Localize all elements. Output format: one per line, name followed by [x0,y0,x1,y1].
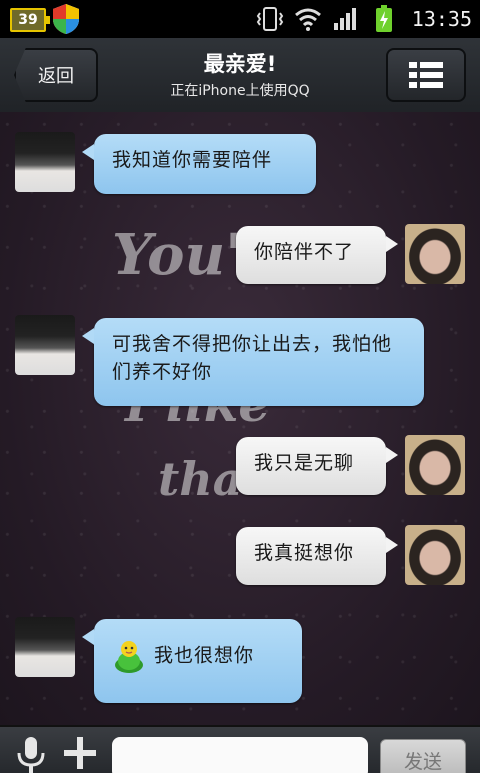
outgoing-message[interactable]: 我真挺想你 [236,527,398,585]
my-avatar[interactable] [405,224,465,284]
incoming-message[interactable]: 我也很想你 [82,619,302,703]
charging-battery-icon [370,5,398,32]
chat-title-bar: 返回 最亲爱! 正在iPhone上使用QQ [0,38,480,114]
message-list[interactable]: You'r I like tha 我知道你需要陪伴 你陪伴不了 可我舍不得把你让… [0,112,480,725]
incoming-message[interactable]: 我知道你需要陪伴 [82,134,316,194]
contact-avatar[interactable] [15,315,75,375]
outgoing-message[interactable]: 你陪伴不了 [236,226,398,284]
wifi-icon [294,6,322,32]
signal-icon [332,6,360,32]
message-text: 我只是无聊 [254,452,355,474]
plus-icon[interactable] [64,737,96,769]
send-button[interactable]: 发送 [380,739,466,773]
contact-avatar[interactable] [15,617,75,677]
shield-icon [53,4,79,34]
contact-avatar[interactable] [15,132,75,192]
outgoing-message[interactable]: 我只是无聊 [236,437,398,495]
back-button[interactable]: 返回 [14,48,98,102]
chat-subtitle: 正在iPhone上使用QQ [170,83,310,99]
status-clock: 13:35 [411,7,472,31]
vibrate-icon [256,6,284,32]
my-avatar[interactable] [405,525,465,585]
message-input[interactable] [112,737,368,773]
qq-chat-screen: 39 13:35 返回 最亲爱! 正在iPhone上使用QQ You'r tha… [0,0,480,773]
background-text-line: tha [158,452,243,506]
message-text: 我知道你需要陪伴 [112,149,273,171]
profile-menu-icon [409,62,443,88]
status-bar: 39 13:35 [0,0,480,38]
incoming-message[interactable]: 可我舍不得把你让出去，我怕他们养不好你 [82,318,424,406]
microphone-icon[interactable] [16,737,46,773]
message-text: 我真挺想你 [254,542,355,564]
message-input-bar: 发送 [0,725,480,773]
battery-level-indicator: 39 [10,8,50,32]
message-text: 我也很想你 [154,644,255,667]
message-text: 可我舍不得把你让出去，我怕他们养不好你 [112,333,393,383]
chat-title: 最亲爱! [203,52,277,76]
green-qq-mascot-icon [115,641,143,673]
message-text: 你陪伴不了 [254,241,355,263]
my-avatar[interactable] [405,435,465,495]
profile-menu-button[interactable] [386,48,466,102]
